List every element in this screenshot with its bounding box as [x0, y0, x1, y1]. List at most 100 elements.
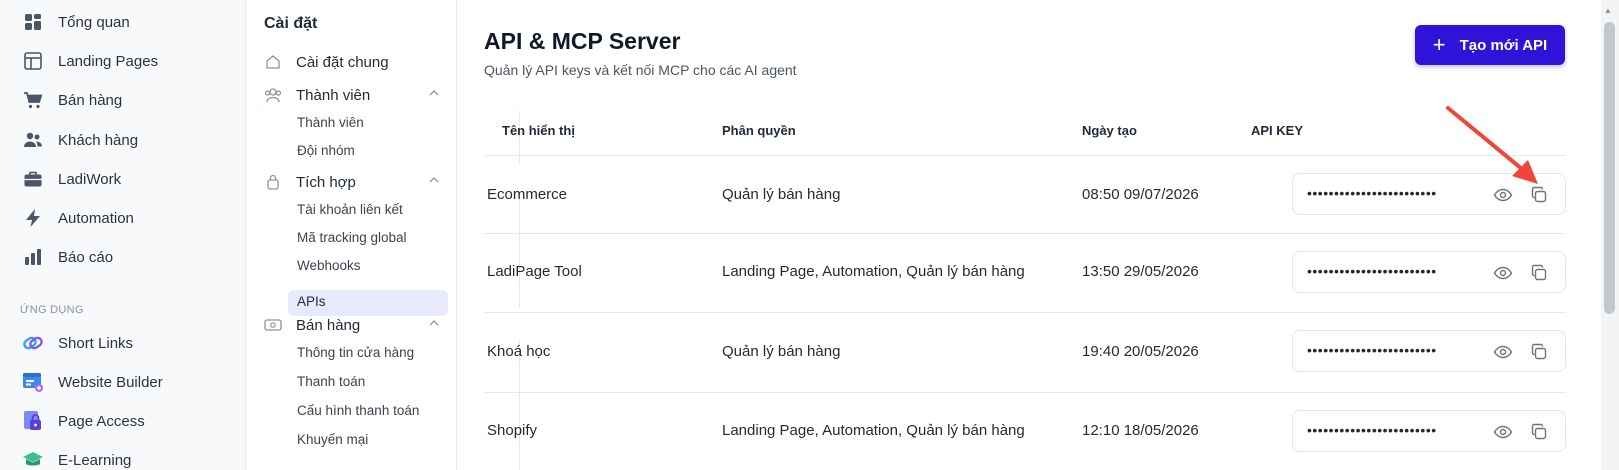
- nav-label: Automation: [58, 209, 134, 227]
- row-created: 19:40 20/05/2026: [1082, 343, 1199, 360]
- settings-item-payment[interactable]: Thanh toán: [297, 370, 365, 392]
- home-icon: [264, 53, 282, 71]
- row-created: 08:50 09/07/2026: [1082, 186, 1199, 203]
- nav-item-website-builder[interactable]: Website Builder: [22, 367, 163, 397]
- chevron-up-icon[interactable]: [428, 173, 440, 190]
- page-subtitle: Quản lý API keys và kết nối MCP cho các …: [484, 62, 797, 78]
- grid-icon: [22, 11, 44, 33]
- eye-icon[interactable]: [1493, 422, 1513, 442]
- api-key-masked: ••••••••••••••••••••••••: [1307, 185, 1437, 201]
- nav-label: E-Learning: [58, 451, 132, 469]
- scroll-up-icon[interactable]: ▲: [1604, 6, 1612, 15]
- page-title: API & MCP Server: [484, 28, 681, 54]
- book-icon: [22, 449, 44, 470]
- settings-group-members[interactable]: Thành viên: [264, 83, 444, 107]
- nav-label: Báo cáo: [58, 248, 114, 266]
- settings-item-payment-config[interactable]: Cấu hình thanh toán: [297, 399, 419, 421]
- briefcase-icon: [22, 168, 44, 190]
- row-name: LadiPage Tool: [487, 263, 582, 280]
- row-permissions: Quản lý bán hàng: [722, 186, 841, 203]
- nav-label: Khách hàng: [58, 131, 139, 149]
- eye-icon[interactable]: [1493, 342, 1513, 362]
- left-navigation: Tổng quan Landing Pages Bán hàng Khách h…: [0, 0, 246, 470]
- api-key-masked: ••••••••••••••••••••••••: [1307, 422, 1437, 438]
- nav-label: LadiWork: [58, 170, 122, 188]
- settings-item-global-tracking[interactable]: Mã tracking global: [297, 226, 407, 248]
- chevron-up-icon[interactable]: [428, 86, 440, 103]
- create-api-label: Tạo mới API: [1459, 36, 1548, 54]
- settings-item-apis: APIs: [297, 294, 326, 309]
- cart-icon: [22, 89, 44, 111]
- settings-item-store-info[interactable]: Thông tin cửa hàng: [297, 341, 414, 363]
- settings-item-linked-accounts[interactable]: Tài khoản liên kết: [297, 198, 403, 220]
- settings-general[interactable]: Cài đặt chung: [264, 50, 444, 74]
- column-header-permissions: Phân quyền: [722, 123, 796, 138]
- chevron-up-icon[interactable]: [428, 316, 440, 333]
- row-permissions: Landing Page, Automation, Quản lý bán hà…: [722, 263, 1025, 280]
- settings-item-members[interactable]: Thành viên: [297, 111, 364, 133]
- settings-group-sales[interactable]: Bán hàng: [264, 313, 444, 337]
- api-key-field[interactable]: ••••••••••••••••••••••••: [1292, 410, 1566, 452]
- nav-item-overview[interactable]: Tổng quan: [22, 7, 130, 37]
- row-permissions: Landing Page, Automation, Quản lý bán hà…: [722, 422, 1025, 439]
- divider: [484, 392, 1566, 393]
- nav-item-landing-pages[interactable]: Landing Pages: [22, 46, 158, 76]
- nav-item-automation[interactable]: Automation: [22, 203, 134, 233]
- settings-general-label: Cài đặt chung: [296, 53, 389, 71]
- nav-item-ladiwork[interactable]: LadiWork: [22, 164, 121, 194]
- settings-sidebar: Cài đặt Cài đặt chung Thành viên Thành v…: [247, 0, 520, 470]
- link-icon: [22, 332, 44, 354]
- settings-group-integration[interactable]: Tích hợp: [264, 170, 444, 194]
- nav-item-page-access[interactable]: Page Access: [22, 406, 145, 436]
- settings-group-label: Bán hàng: [296, 316, 361, 334]
- settings-title: Cài đặt: [264, 15, 318, 32]
- settings-group-label: Thành viên: [296, 86, 371, 104]
- nav-item-short-links[interactable]: Short Links: [22, 328, 133, 358]
- settings-item-apis-active[interactable]: APIs: [288, 290, 448, 316]
- row-name: Ecommerce: [487, 186, 568, 203]
- bar-chart-icon: [22, 246, 44, 268]
- nav-item-sales[interactable]: Bán hàng: [22, 85, 122, 115]
- divider: [484, 155, 1566, 156]
- website-icon: [22, 371, 44, 393]
- settings-item-webhooks[interactable]: Webhooks: [297, 254, 361, 276]
- nav-item-customers[interactable]: Khách hàng: [22, 125, 138, 155]
- row-created: 13:50 29/05/2026: [1082, 263, 1199, 280]
- divider: [484, 233, 1566, 234]
- api-key-field[interactable]: ••••••••••••••••••••••••: [1292, 251, 1566, 293]
- copy-icon[interactable]: [1529, 263, 1549, 283]
- layout-icon: [22, 50, 44, 72]
- nav-label: Website Builder: [58, 373, 163, 391]
- settings-item-promotions[interactable]: Khuyến mại: [297, 428, 368, 450]
- nav-label: Bán hàng: [58, 91, 123, 109]
- settings-group-label: Tích hợp: [296, 173, 356, 191]
- column-header-name: Tên hiển thị: [502, 123, 575, 138]
- copy-icon[interactable]: [1529, 422, 1549, 442]
- row-name: Khoá học: [487, 343, 551, 360]
- section-label-apps: ỨNG DỤNG: [20, 304, 84, 316]
- nav-item-reports[interactable]: Báo cáo: [22, 242, 113, 272]
- api-key-field[interactable]: ••••••••••••••••••••••••: [1292, 330, 1566, 372]
- create-api-button[interactable]: + Tạo mới API: [1415, 25, 1565, 65]
- settings-item-teams[interactable]: Đội nhóm: [297, 139, 355, 161]
- plus-icon: +: [1432, 32, 1446, 57]
- main-content: API & MCP Server Quản lý API keys và kết…: [458, 0, 1619, 470]
- copy-icon[interactable]: [1529, 342, 1549, 362]
- scrollbar-thumb[interactable]: [1604, 22, 1615, 314]
- row-name: Shopify: [487, 422, 538, 439]
- bolt-icon: [22, 207, 44, 229]
- api-key-masked: ••••••••••••••••••••••••: [1307, 263, 1437, 279]
- nav-label: Short Links: [58, 334, 134, 352]
- divider: [484, 312, 1566, 313]
- annotation-arrow: [1446, 106, 1538, 184]
- nav-label: Page Access: [58, 412, 145, 430]
- api-key-masked: ••••••••••••••••••••••••: [1307, 342, 1437, 358]
- money-icon: [264, 316, 282, 334]
- eye-icon[interactable]: [1493, 263, 1513, 283]
- row-created: 12:10 18/05/2026: [1082, 422, 1199, 439]
- lock-icon: [264, 173, 282, 191]
- row-permissions: Quản lý bán hàng: [722, 343, 841, 360]
- nav-item-e-learning[interactable]: E-Learning: [22, 445, 131, 470]
- column-header-api-key: API KEY: [1251, 123, 1304, 138]
- nav-label: Tổng quan: [58, 13, 130, 31]
